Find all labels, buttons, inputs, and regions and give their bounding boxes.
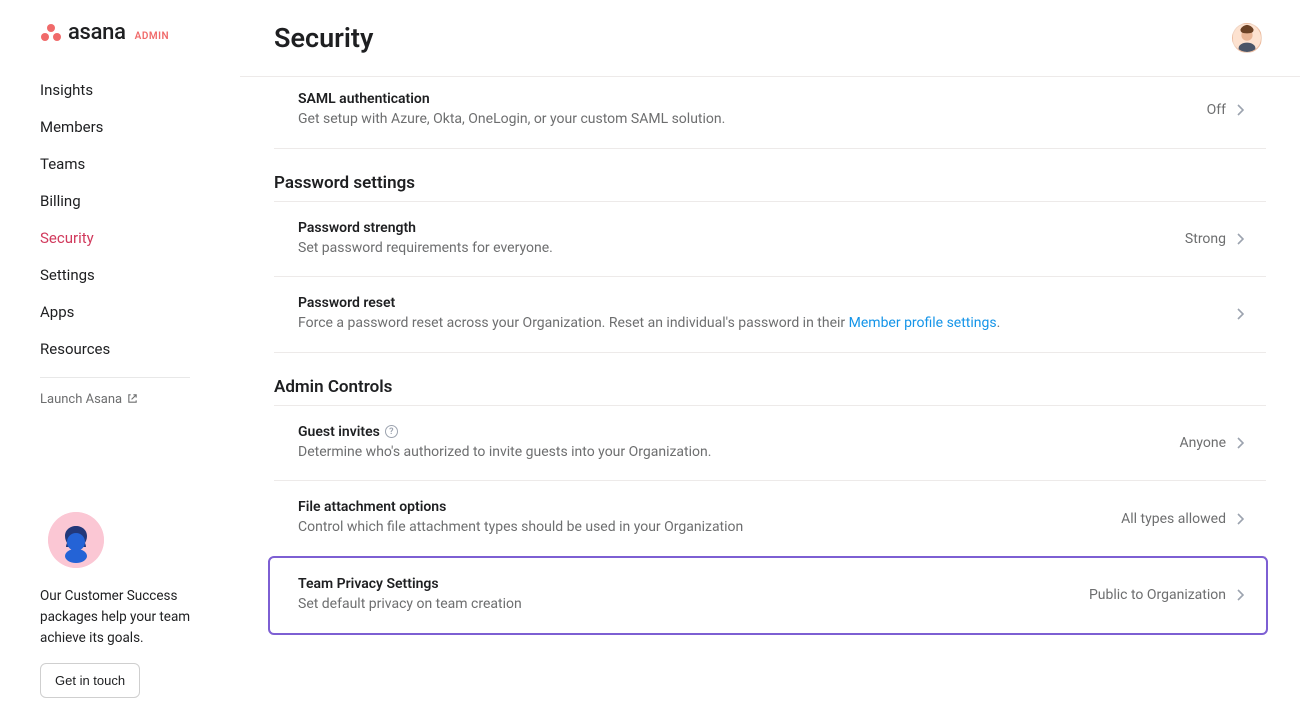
section-heading-password: Password settings <box>274 149 1266 195</box>
setting-value: Off <box>1207 102 1226 118</box>
help-icon[interactable]: ? <box>385 425 398 438</box>
setting-title: Password reset <box>298 295 1216 311</box>
setting-value: Strong <box>1185 231 1226 247</box>
setting-desc: Get setup with Azure, Okta, OneLogin, or… <box>298 110 1187 130</box>
page-header: Security <box>240 0 1300 77</box>
setting-password-reset[interactable]: Password reset Force a password reset ac… <box>274 277 1266 353</box>
auth-section: SAML authentication Get setup with Azure… <box>274 83 1266 149</box>
launch-section: Launch Asana <box>40 377 190 407</box>
sidebar-item-apps[interactable]: Apps <box>40 295 240 329</box>
user-avatar[interactable] <box>1232 23 1262 53</box>
setting-guest-invites[interactable]: Guest invites ? Determine who's authoriz… <box>274 405 1266 482</box>
setting-title: SAML authentication <box>298 91 1187 107</box>
setting-desc: Set default privacy on team creation <box>298 595 1069 615</box>
main-content: SAML authentication Get setup with Azure… <box>240 77 1300 728</box>
setting-value: Public to Organization <box>1089 587 1226 603</box>
sidebar-item-teams[interactable]: Teams <box>40 147 240 181</box>
logo-admin-suffix: ADMIN <box>135 31 169 42</box>
support-block: Our Customer Success packages help your … <box>40 512 240 708</box>
page-title: Security <box>274 22 373 54</box>
desc-suffix: . <box>997 315 1001 331</box>
password-section: Password strength Set password requireme… <box>274 201 1266 353</box>
desc-prefix: Force a password reset across your Organ… <box>298 315 849 331</box>
admin-section: Guest invites ? Determine who's authoriz… <box>274 405 1266 635</box>
setting-file-attachment[interactable]: File attachment options Control which fi… <box>274 481 1266 557</box>
sidebar-nav: Insights Members Teams Billing Security … <box>40 73 240 369</box>
sidebar-item-members[interactable]: Members <box>40 110 240 144</box>
setting-team-privacy[interactable]: Team Privacy Settings Set default privac… <box>268 556 1268 635</box>
sidebar-item-insights[interactable]: Insights <box>40 73 240 107</box>
support-avatar-icon <box>48 512 104 568</box>
chevron-right-icon <box>1236 233 1244 245</box>
chevron-right-icon <box>1236 589 1244 601</box>
chevron-right-icon <box>1236 513 1244 525</box>
support-text: Our Customer Success packages help your … <box>40 586 210 649</box>
title-text: Guest invites <box>298 424 380 440</box>
setting-value: All types allowed <box>1121 511 1226 527</box>
sidebar-item-security[interactable]: Security <box>40 221 240 255</box>
sidebar-item-billing[interactable]: Billing <box>40 184 240 218</box>
section-heading-admin: Admin Controls <box>274 353 1266 399</box>
setting-value: Anyone <box>1179 435 1226 451</box>
setting-desc: Set password requirements for everyone. <box>298 239 1165 259</box>
setting-title: File attachment options <box>298 499 1101 515</box>
launch-label: Launch Asana <box>40 392 122 407</box>
logo[interactable]: asana ADMIN <box>40 20 240 45</box>
logo-text: asana <box>68 20 126 45</box>
sidebar-item-settings[interactable]: Settings <box>40 258 240 292</box>
setting-title: Team Privacy Settings <box>298 576 1069 592</box>
setting-title: Guest invites ? <box>298 424 1159 440</box>
setting-title: Password strength <box>298 220 1165 236</box>
asana-logo-icon <box>40 23 62 43</box>
chevron-right-icon <box>1236 308 1244 320</box>
get-in-touch-button[interactable]: Get in touch <box>40 663 140 698</box>
setting-desc: Control which file attachment types shou… <box>298 518 1101 538</box>
chevron-right-icon <box>1236 104 1244 116</box>
chevron-right-icon <box>1236 437 1244 449</box>
external-link-icon <box>127 393 138 407</box>
launch-asana-link[interactable]: Launch Asana <box>40 392 190 407</box>
content-area: Security SAML authentication Get setup w… <box>240 0 1300 728</box>
sidebar-item-resources[interactable]: Resources <box>40 332 240 366</box>
member-profile-link[interactable]: Member profile settings <box>849 315 997 331</box>
setting-desc: Determine who's authorized to invite gue… <box>298 443 1159 463</box>
setting-password-strength[interactable]: Password strength Set password requireme… <box>274 201 1266 278</box>
setting-desc: Force a password reset across your Organ… <box>298 314 1216 334</box>
setting-saml-auth[interactable]: SAML authentication Get setup with Azure… <box>274 83 1266 149</box>
sidebar: asana ADMIN Insights Members Teams Billi… <box>0 0 240 728</box>
